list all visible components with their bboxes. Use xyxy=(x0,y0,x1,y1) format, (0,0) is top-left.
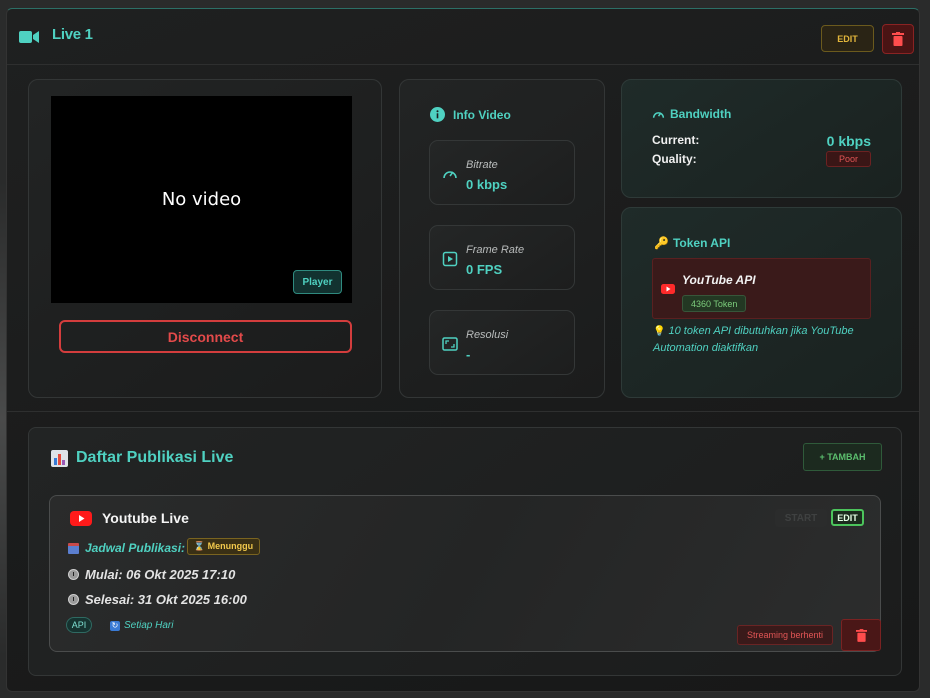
gauge-icon xyxy=(652,111,665,118)
status-badge: ⌛ Menunggu xyxy=(187,538,260,555)
bandwidth-title: Bandwidth xyxy=(670,107,732,121)
player-button[interactable]: Player xyxy=(293,270,342,294)
key-icon: 🔑 xyxy=(654,236,669,250)
trash-icon xyxy=(892,32,904,46)
live-header: Live 1 EDIT xyxy=(7,9,919,65)
bitrate-label: Bitrate xyxy=(466,159,498,171)
repeat-icon: ↻ xyxy=(110,620,120,631)
token-note: 💡 10 token API dibutuhkan jika YouTube A… xyxy=(653,323,873,356)
token-count-badge: 4360 Token xyxy=(682,295,747,312)
live-panel: Live 1 EDIT No video Player Disconnect I… xyxy=(6,8,920,692)
schedule-label: Jadwal Publikasi: xyxy=(85,541,186,555)
resolution-label: Resolusi xyxy=(466,329,509,341)
end-time-row: Selesai: 31 Okt 2025 16:00 xyxy=(68,592,247,607)
quality-badge: Poor xyxy=(826,151,871,167)
youtube-icon xyxy=(661,284,675,294)
clock-icon xyxy=(68,569,79,580)
delete-live-button[interactable] xyxy=(882,24,914,54)
start-button[interactable]: START xyxy=(775,509,827,527)
frame-rate-label: Frame Rate xyxy=(466,244,525,256)
trash-icon xyxy=(855,628,867,642)
publication-item: Youtube Live START EDIT Jadwal Publikasi… xyxy=(49,495,881,652)
info-icon xyxy=(430,107,445,122)
youtube-api-name: YouTube API xyxy=(682,273,756,287)
api-badge: API xyxy=(66,617,92,633)
current-value: 0 kbps xyxy=(826,133,871,149)
info-video-heading: Info Video xyxy=(430,107,511,122)
live-title: Live 1 xyxy=(52,26,93,43)
youtube-icon xyxy=(70,511,92,526)
info-video-card: Info Video Bitrate 0 kbps Frame Rate 0 F… xyxy=(399,79,605,398)
frame-rate-tile: Frame Rate 0 FPS xyxy=(429,225,575,290)
publications-title: Daftar Publikasi Live xyxy=(76,449,234,466)
bitrate-value: 0 kbps xyxy=(466,177,508,192)
bandwidth-card: Bandwidth Current: 0 kbps Quality: Poor xyxy=(621,79,902,198)
stream-status-badge: Streaming berhenti xyxy=(737,625,833,645)
calendar-icon xyxy=(68,542,79,554)
bandwidth-heading: Bandwidth xyxy=(652,107,731,121)
repeat-text: Setiap Hari xyxy=(124,620,174,631)
resolution-tile: Resolusi - xyxy=(429,310,575,375)
token-note-text: 10 token API dibutuhkan jika YouTube Aut… xyxy=(653,325,854,354)
expand-icon xyxy=(442,337,458,351)
bitrate-tile: Bitrate 0 kbps xyxy=(429,140,575,205)
start-time-row: Mulai: 06 Okt 2025 17:10 xyxy=(68,567,235,582)
video-camera-icon xyxy=(19,31,39,43)
disconnect-button[interactable]: Disconnect xyxy=(59,320,352,353)
info-video-title: Info Video xyxy=(453,107,511,122)
token-api-heading: 🔑 Token API xyxy=(654,236,730,250)
section-divider xyxy=(7,411,919,412)
end-time: Selesai: 31 Okt 2025 16:00 xyxy=(85,592,247,607)
frame-rate-value: 0 FPS xyxy=(466,262,503,277)
bar-chart-icon xyxy=(51,449,68,467)
token-api-title: Token API xyxy=(672,236,731,250)
schedule-row: Jadwal Publikasi: xyxy=(68,541,185,555)
start-time: Mulai: 06 Okt 2025 17:10 xyxy=(85,567,236,582)
edit-publication-button[interactable]: EDIT xyxy=(831,509,864,526)
youtube-api-box: YouTube API 4360 Token xyxy=(652,258,871,319)
play-square-icon xyxy=(442,251,458,267)
add-publication-button[interactable]: + TAMBAH xyxy=(803,443,882,471)
no-video-text: No video xyxy=(161,189,242,210)
video-card: No video Player Disconnect xyxy=(28,79,382,398)
delete-publication-button[interactable] xyxy=(841,619,881,651)
current-label: Current: xyxy=(652,133,700,147)
edit-live-button[interactable]: EDIT xyxy=(821,25,874,52)
gauge-icon xyxy=(443,171,457,179)
resolution-value: - xyxy=(466,347,471,362)
repeat-row: ↻ Setiap Hari xyxy=(110,620,173,631)
lightbulb-icon: 💡 xyxy=(653,326,666,337)
token-api-card: 🔑 Token API YouTube API 4360 Token 💡 10 … xyxy=(621,207,902,398)
publication-name: Youtube Live xyxy=(102,510,189,526)
publications-heading: Daftar Publikasi Live xyxy=(51,449,233,467)
clock-icon xyxy=(68,594,79,605)
quality-label: Quality: xyxy=(652,152,697,166)
